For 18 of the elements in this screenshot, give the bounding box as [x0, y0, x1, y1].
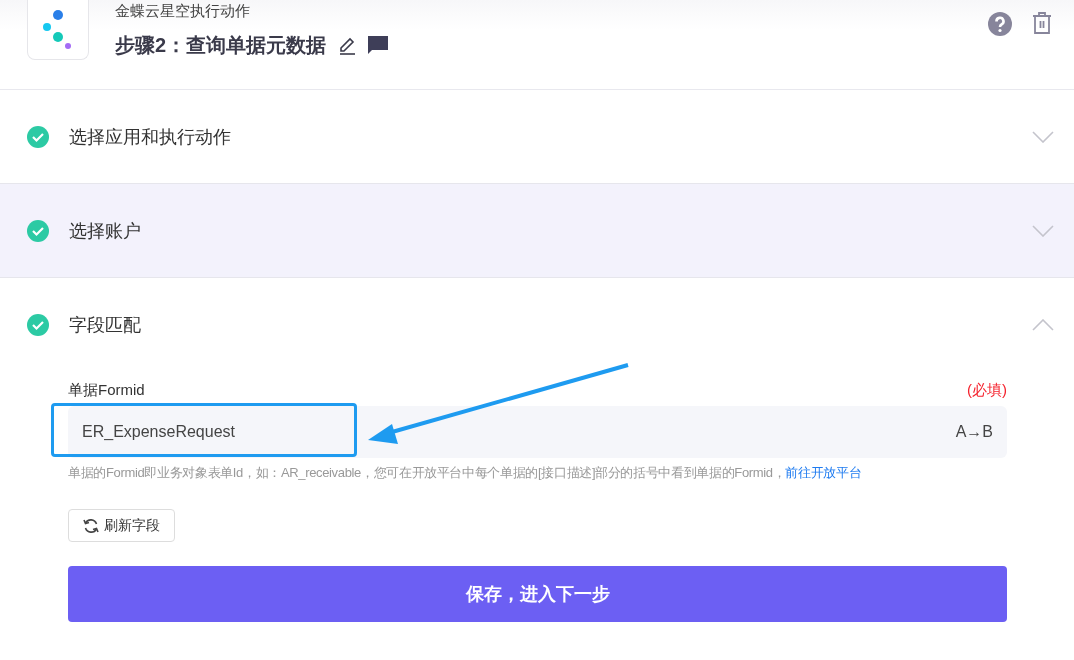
- refresh-icon: [83, 517, 99, 534]
- open-platform-link[interactable]: 前往开放平台: [785, 465, 862, 480]
- formid-input-field[interactable]: ER_ExpenseRequest A→B: [68, 406, 1007, 458]
- section-title[interactable]: 字段匹配: [69, 312, 1012, 337]
- app-name: 金蝶云星空执行动作: [115, 1, 251, 21]
- required-note: (必填): [967, 381, 1007, 400]
- section-title[interactable]: 选择账户: [69, 218, 1012, 243]
- edit-icon[interactable]: [338, 36, 357, 55]
- section-header[interactable]: 选择账户: [0, 184, 1074, 277]
- comment-icon[interactable]: [368, 36, 389, 55]
- refresh-fields-button[interactable]: 刷新字段: [68, 509, 175, 542]
- help-icon[interactable]: [988, 12, 1012, 36]
- save-next-button[interactable]: 保存，进入下一步: [68, 566, 1007, 622]
- section-title[interactable]: 选择应用和执行动作: [69, 124, 1012, 149]
- field-label: 单据Formid: [68, 381, 145, 400]
- step-title: 步骤2：查询单据元数据: [115, 33, 327, 58]
- help-text: 单据的Formid即业务对象表单Id，如：AR_receivable，您可在开放平台中每个单据的[接口描述]部分的括号中看到单据的Formid，前往开放平台: [68, 464, 863, 482]
- trash-icon[interactable]: [1032, 12, 1052, 34]
